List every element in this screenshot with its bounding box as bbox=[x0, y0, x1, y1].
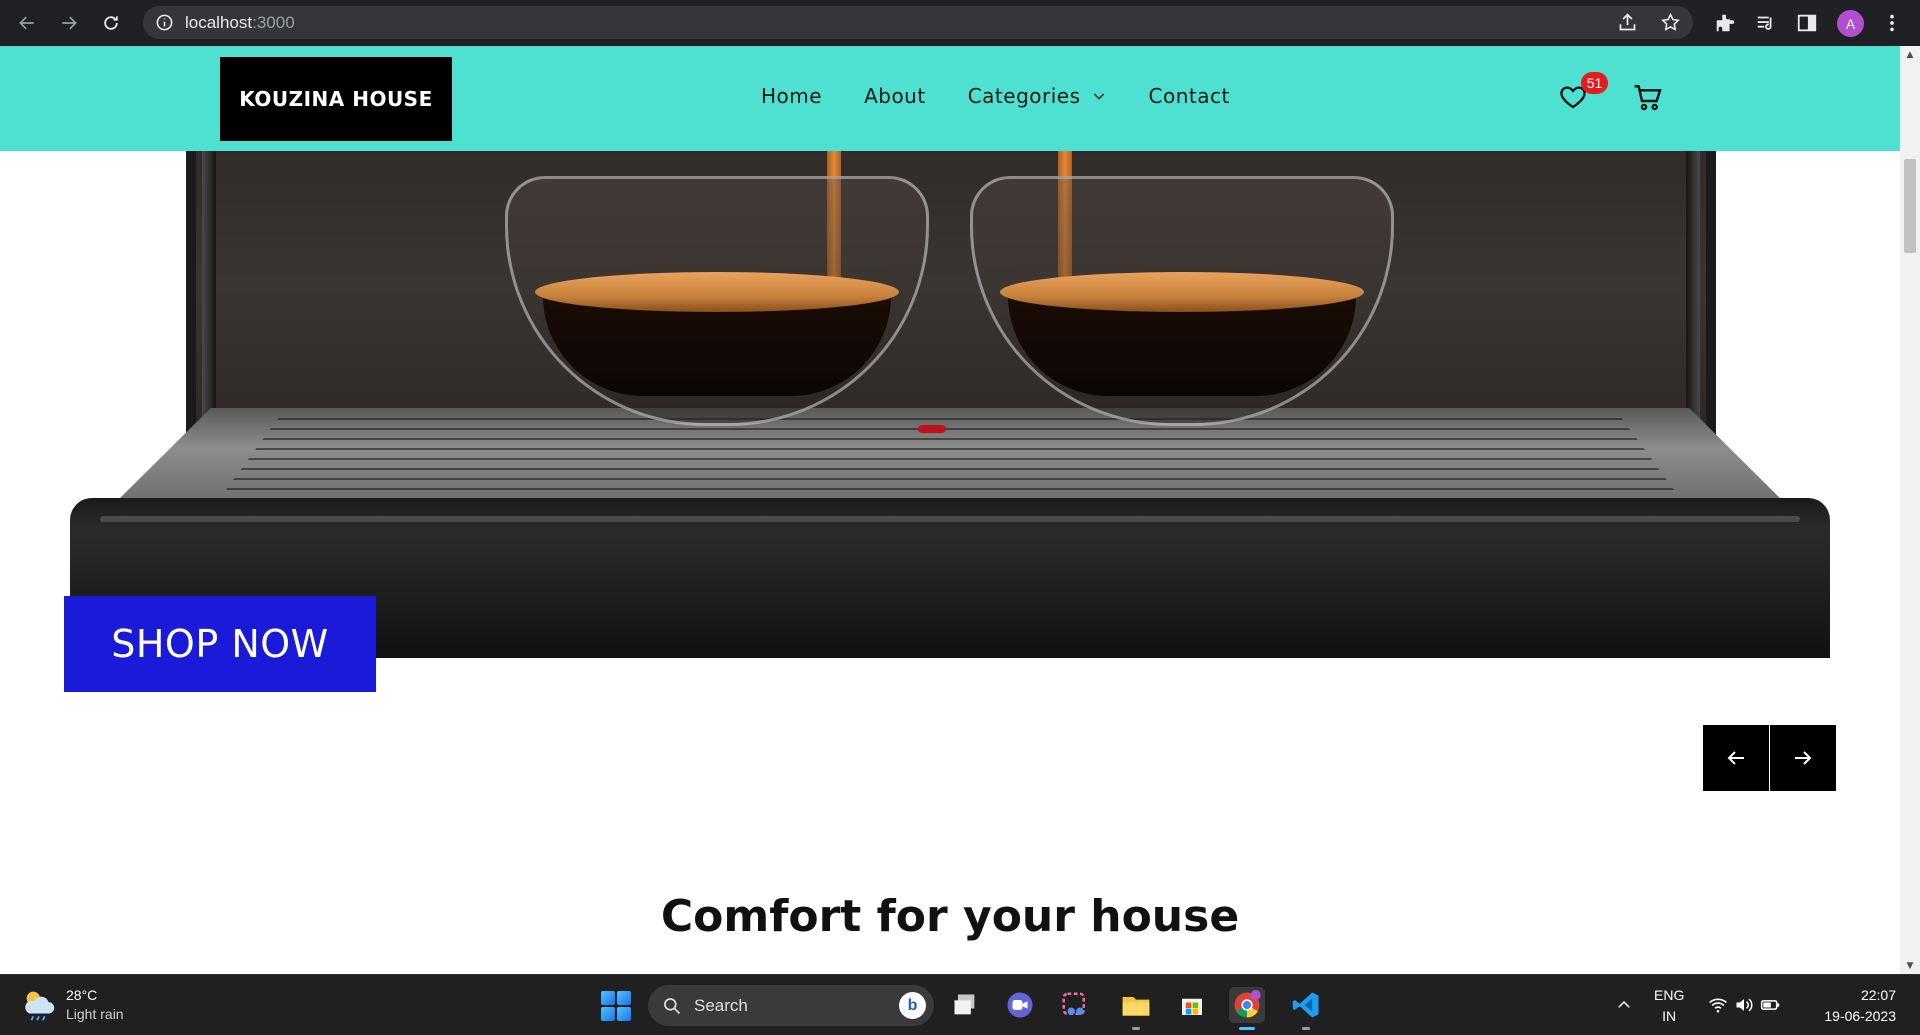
arrow-left-icon bbox=[1727, 751, 1744, 765]
taskbar-search[interactable]: Search b bbox=[648, 985, 934, 1026]
arrow-left-icon bbox=[19, 16, 34, 30]
vscode-button[interactable] bbox=[1288, 987, 1324, 1030]
scroll-down-arrow[interactable]: ▼ bbox=[1900, 957, 1920, 974]
address-bar[interactable]: localhost:3000 bbox=[143, 6, 1693, 39]
side-panel-button[interactable] bbox=[1795, 11, 1819, 35]
chevron-up-icon bbox=[1618, 1000, 1630, 1008]
clock-date: 19-06-2023 bbox=[1824, 1008, 1896, 1024]
nav-link-about[interactable]: About bbox=[864, 84, 926, 108]
espresso-cup-left bbox=[505, 46, 929, 436]
vscode-icon bbox=[1292, 992, 1319, 1018]
system-clock[interactable]: 22:07 19-06-2023 bbox=[1806, 985, 1896, 1027]
chevron-down-icon bbox=[1093, 93, 1104, 100]
task-view-button[interactable] bbox=[947, 987, 983, 1023]
scroll-up-arrow[interactable]: ▲ bbox=[1900, 46, 1920, 63]
weather-description: Light rain bbox=[66, 1005, 124, 1022]
side-panel-icon bbox=[1797, 14, 1817, 32]
info-icon[interactable] bbox=[155, 13, 174, 32]
microsoft-store-button[interactable] bbox=[1174, 987, 1210, 1023]
nav-link-home[interactable]: Home bbox=[761, 84, 822, 108]
search-icon bbox=[664, 997, 681, 1014]
browser-toolbar: localhost:3000 A bbox=[0, 0, 1920, 46]
weather-temperature: 28°C bbox=[66, 986, 98, 1003]
cart-icon bbox=[1634, 85, 1662, 111]
browser-menu-button[interactable] bbox=[1880, 11, 1904, 35]
forward-button[interactable] bbox=[56, 10, 82, 36]
media-control-button[interactable] bbox=[1754, 11, 1778, 35]
site-logo[interactable]: KOUZINA HOUSE bbox=[220, 57, 452, 141]
show-hidden-icons-button[interactable] bbox=[1606, 987, 1642, 1023]
espresso-cup-right bbox=[970, 46, 1394, 436]
weather-widget[interactable]: 28°C Light rain bbox=[20, 985, 124, 1023]
scrollbar-thumb[interactable] bbox=[1904, 159, 1916, 253]
battery-icon bbox=[1760, 1000, 1780, 1010]
volume-icon bbox=[1736, 998, 1753, 1012]
bing-icon[interactable]: b bbox=[899, 992, 926, 1019]
site-navbar: KOUZINA HOUSE Home About Categories Cont… bbox=[0, 46, 1900, 151]
clock-time: 22:07 bbox=[1860, 987, 1896, 1003]
cloud-rain-icon bbox=[25, 991, 55, 1021]
taskbar-search-label: Search bbox=[694, 995, 748, 1015]
section-title: Comfort for your house bbox=[660, 891, 1240, 942]
nav-link-categories[interactable]: Categories bbox=[968, 84, 1107, 108]
reload-icon bbox=[104, 16, 118, 30]
carousel-prev-button[interactable] bbox=[1703, 725, 1769, 791]
quick-settings-button[interactable] bbox=[1704, 987, 1784, 1023]
music-queue-icon bbox=[1757, 16, 1772, 30]
carousel-next-button[interactable] bbox=[1770, 725, 1836, 791]
bookmark-star-icon[interactable] bbox=[1660, 12, 1681, 33]
page-viewport: SHOP NOW Comfort for your house KOUZINA … bbox=[0, 46, 1900, 974]
page-scrollbar[interactable]: ▲ ▼ bbox=[1900, 46, 1920, 974]
arrow-right-icon bbox=[62, 16, 77, 30]
chrome-button[interactable] bbox=[1229, 987, 1265, 1030]
extensions-button[interactable] bbox=[1713, 11, 1737, 35]
teams-chat-button[interactable] bbox=[1002, 987, 1038, 1023]
shop-now-button[interactable]: SHOP NOW bbox=[64, 596, 376, 692]
back-button[interactable] bbox=[14, 10, 40, 36]
snipping-tool-icon bbox=[1062, 992, 1085, 1015]
wifi-icon bbox=[1709, 998, 1727, 1013]
wishlist-count-badge: 51 bbox=[1581, 72, 1608, 94]
puzzle-icon bbox=[1716, 14, 1735, 32]
cart-button[interactable] bbox=[1632, 81, 1666, 115]
task-view-icon bbox=[954, 994, 975, 1015]
file-explorer-button[interactable] bbox=[1118, 987, 1154, 1030]
chrome-icon bbox=[1234, 990, 1261, 1018]
folder-icon bbox=[1122, 997, 1150, 1016]
kebab-menu-icon bbox=[1890, 14, 1894, 32]
video-chat-icon bbox=[1007, 992, 1033, 1018]
snipping-tool-button[interactable] bbox=[1057, 987, 1093, 1023]
language-indicator[interactable]: ENG IN bbox=[1654, 985, 1684, 1027]
share-icon[interactable] bbox=[1617, 12, 1638, 33]
store-icon bbox=[1182, 998, 1202, 1015]
url-text: localhost:3000 bbox=[185, 13, 295, 32]
taskbar: 28°C Light rain Search b ENG IN 22:07 19… bbox=[0, 974, 1920, 1035]
nav-link-contact[interactable]: Contact bbox=[1149, 84, 1230, 108]
nav-links: Home About Categories Contact bbox=[761, 84, 1230, 108]
start-button[interactable] bbox=[601, 991, 631, 1021]
profile-avatar[interactable]: A bbox=[1837, 10, 1864, 37]
reload-button[interactable] bbox=[98, 10, 124, 36]
arrow-right-icon bbox=[1795, 751, 1812, 765]
